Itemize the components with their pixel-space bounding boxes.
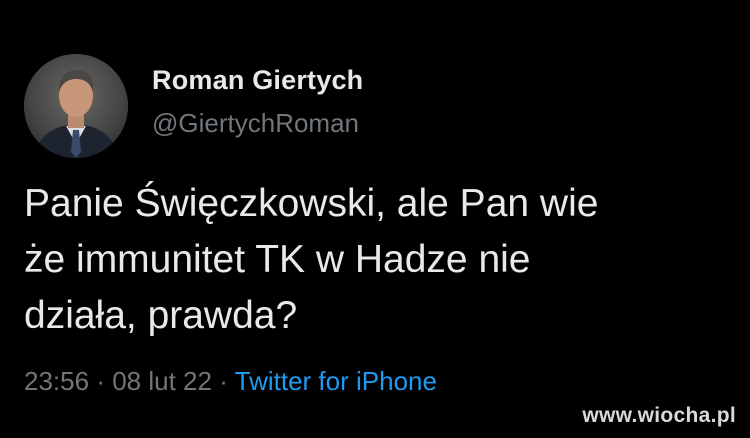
tweet-meta: 23:56 · 08 lut 22 · Twitter for iPhone [24, 366, 437, 396]
avatar[interactable] [24, 54, 128, 158]
profile-photo [24, 54, 128, 158]
meta-separator: · [96, 366, 105, 396]
meta-separator: · [219, 366, 228, 396]
tweet-card: Roman Giertych @GiertychRoman Panie Świę… [0, 0, 750, 438]
tweet-source-link[interactable]: Twitter for iPhone [235, 366, 437, 396]
tweet-date[interactable]: 08 lut 22 [112, 366, 212, 396]
display-name[interactable]: Roman Giertych [152, 64, 363, 96]
user-handle[interactable]: @GiertychRoman [152, 108, 363, 138]
site-watermark: www.wiocha.pl [582, 404, 736, 427]
author-block: Roman Giertych @GiertychRoman [152, 64, 363, 138]
tweet-text: Panie Święczkowski, ale Pan wie że immun… [24, 182, 599, 337]
tweet-time[interactable]: 23:56 [24, 366, 89, 396]
